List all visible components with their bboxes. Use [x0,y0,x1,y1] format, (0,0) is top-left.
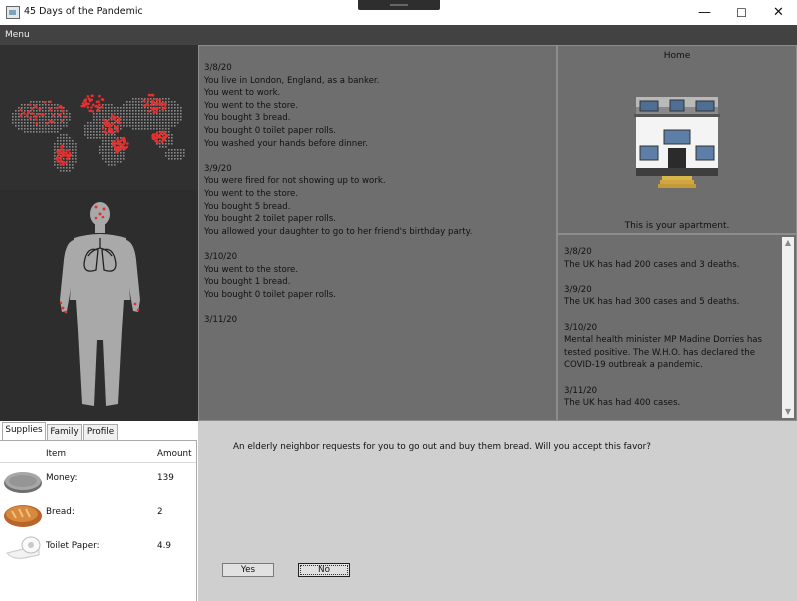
home-caption: This is your apartment. [624,221,730,231]
table-row[interactable]: Bread: 2 [0,499,196,533]
bread-icon [4,505,42,527]
scroll-up-icon[interactable]: ▲ [782,237,794,249]
home-title: Home [663,51,691,61]
supplies-table: Item Amount Money: 139 Bread: 2 Toilet P… [0,440,197,601]
tab-supplies[interactable]: Supplies [2,422,46,440]
tab-profile[interactable]: Profile [83,424,118,440]
item-amount: 2 [157,507,163,517]
table-row[interactable]: Money: 139 [0,465,196,499]
home-panel: Home This is your apartment. [557,45,797,234]
item-label: Bread: [46,507,75,517]
table-row[interactable]: Toilet Paper: 4.9 [0,533,196,567]
item-label: Money: [46,473,78,483]
menu-bar: Menu [0,25,797,45]
header-divider [0,462,196,463]
window-title: 45 Days of the Pandemic [24,6,143,17]
minimize-button[interactable]: — [686,0,723,25]
item-label: Toilet Paper: [46,541,100,551]
column-header-item: Item [46,449,67,459]
menu-item[interactable]: Menu [5,30,30,40]
event-prompt: An elderly neighbor requests for you to … [233,442,651,452]
column-header-amount: Amount [157,449,192,459]
news-feed-text: 3/8/20 The UK has had 200 cases and 3 de… [564,247,763,409]
no-button[interactable]: No [298,563,350,577]
title-bar: 45 Days of the Pandemic — ☐ ✕ [0,0,797,25]
app-icon [6,6,20,19]
house-icon [634,97,720,188]
human-body-icon [59,202,140,406]
scroll-down-icon[interactable]: ▼ [782,406,794,418]
activity-log: 3/8/20 You live in London, England, as a… [198,45,557,421]
maximize-button[interactable]: ☐ [723,0,760,25]
world-map-icon [12,93,185,172]
title-grip[interactable] [358,0,440,10]
activity-log-text: 3/8/20 You live in London, England, as a… [204,63,473,325]
world-map [0,45,198,190]
item-amount: 4.9 [157,541,171,551]
toilet-paper-icon [6,536,41,559]
news-feed[interactable]: 3/8/20 The UK has had 200 cases and 3 de… [557,234,797,421]
event-panel: An elderly neighbor requests for you to … [198,421,797,601]
news-scrollbar[interactable]: ▲ ▼ [782,237,794,418]
close-button[interactable]: ✕ [760,0,797,25]
coin-icon [4,472,42,493]
tab-family[interactable]: Family [47,424,82,440]
body-figure-panel [0,190,198,421]
inventory-panel: Supplies Family Profile Item Amount Mone… [0,421,198,601]
yes-button[interactable]: Yes [222,563,274,577]
item-amount: 139 [157,473,174,483]
